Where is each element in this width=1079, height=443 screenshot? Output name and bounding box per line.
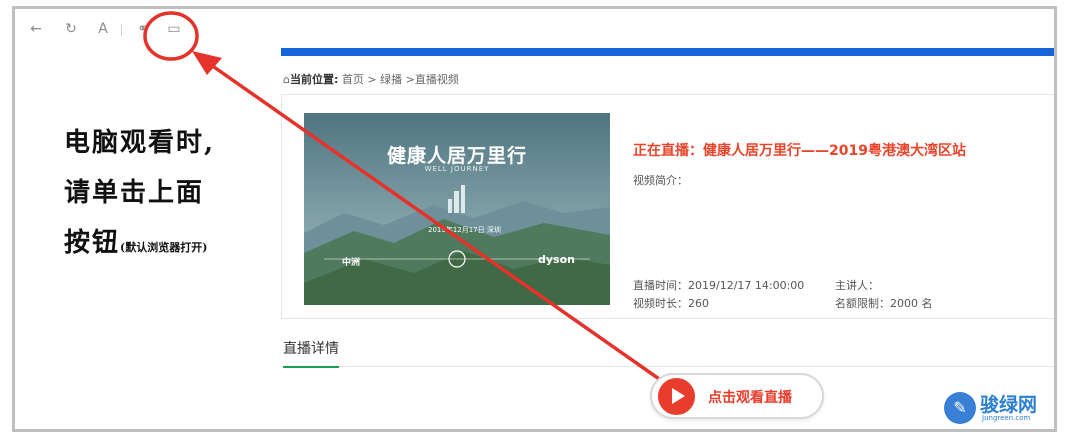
live-thumbnail[interactable]: 健康人居万里行 WELL JOURNEY 2019年12月17日 深圳 中洲 d… [304,113,610,305]
leaf-logo-icon: ✎ [944,392,976,424]
watch-live-button[interactable]: 点击观看直播 [650,373,824,419]
thumbnail-date: 2019年12月17日 深圳 [428,226,501,234]
header-bar [281,48,1054,56]
breadcrumb-label: 当前位置: [289,73,339,86]
thumbnail-subtitle: WELL JOURNEY [424,165,490,173]
refresh-icon[interactable]: ↻ [62,20,80,38]
thumbnail-title: 健康人居万里行 [386,145,527,167]
speaker-label: 主讲人： [835,279,879,292]
annotation-line-3-small: (默认浏览器打开) [120,241,208,254]
card-divider [1055,117,1056,297]
back-icon[interactable]: ← [27,20,45,38]
annotation-line-2: 请单击上面 [64,178,205,208]
intro-label: 视频简介： [633,174,688,187]
browser-toolbar: ← ↻ A ⚭ ▭ [15,9,1054,51]
font-icon[interactable]: A [94,20,112,38]
sponsor-logo-right: dyson [538,253,575,266]
speaker: 主讲人： [835,277,879,293]
live-time: 直播时间：2019/12/17 14:00:00 [633,277,804,293]
home-icon: ⌂ [283,73,290,86]
tab-live-detail[interactable]: 直播详情 [283,338,339,368]
play-icon [658,378,695,415]
quota-label: 名额限制： [835,297,890,310]
watermark-url: Jungreen.com [982,414,1031,422]
link-icon[interactable]: ⚭ [134,20,152,38]
duration: 视频时长：260 [633,295,709,311]
live-time-label: 直播时间： [633,279,688,292]
browser-window: ← ↻ A ⚭ ▭ ⌂当前位置: 首页 > 绿播 >直播视频 健康人居万里行 W… [12,6,1057,432]
live-title[interactable]: 正在直播：健康人居万里行——2019粤港澳大湾区站 [633,140,966,160]
detail-tabs: 直播详情 [281,334,1054,368]
breadcrumb-path[interactable]: 首页 > 绿播 >直播视频 [342,73,459,86]
watermark-name: 骏绿网 [980,394,1038,416]
live-time-value: 2019/12/17 14:00:00 [688,279,805,292]
annotation-line-3: 按钮(默认浏览器打开) [64,222,207,259]
open-in-browser-icon[interactable]: ▭ [165,20,183,38]
duration-value: 260 [688,297,709,310]
breadcrumb: ⌂当前位置: 首页 > 绿播 >直播视频 [283,71,459,87]
duration-label: 视频时长： [633,297,688,310]
sponsor-logo-left: 中洲 [342,258,361,268]
quota-value: 2000 名 [890,297,933,310]
annotation-line-1: 电脑观看时, [64,128,216,158]
live-card: 健康人居万里行 WELL JOURNEY 2019年12月17日 深圳 中洲 d… [281,94,1056,319]
toolbar-separator [121,24,122,36]
watch-live-label: 点击观看直播 [708,390,792,406]
watermark: ✎ 骏绿网 Jungreen.com [944,388,1044,428]
quota: 名额限制：2000 名 [835,295,933,311]
annotation-line-3-main: 按钮 [64,228,121,258]
